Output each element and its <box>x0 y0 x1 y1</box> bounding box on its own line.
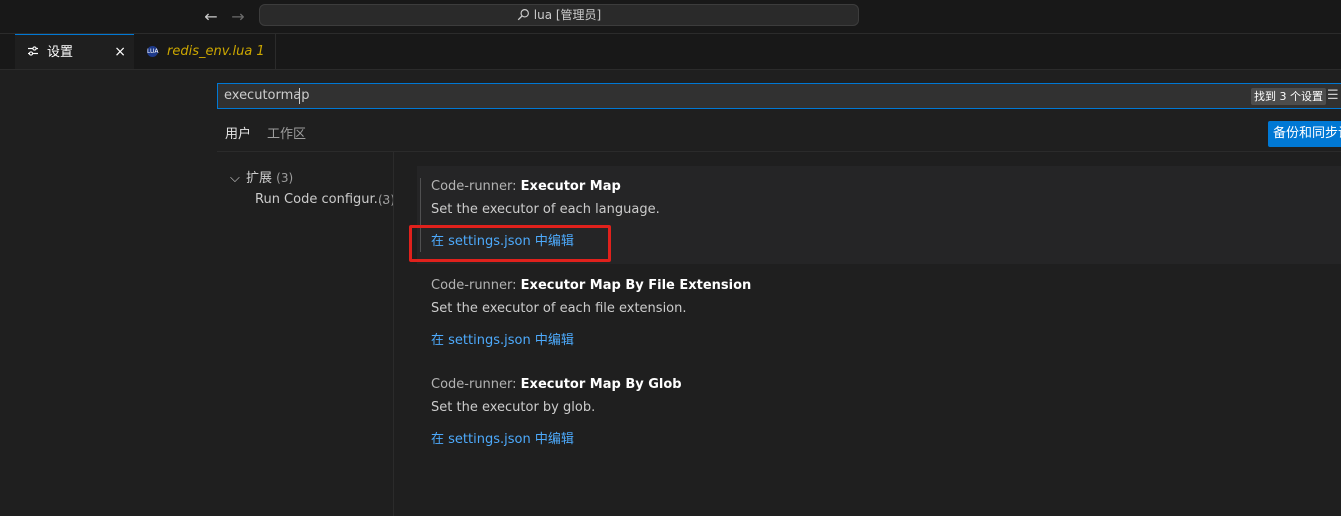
toc-group-count: (3) <box>276 171 294 185</box>
tab-redis-env-lua-label: redis_env.lua 1 <box>167 44 265 59</box>
setting-executor-map-by-glob[interactable]: Code-runner: Executor Map By Glob Set th… <box>417 364 1341 462</box>
tab-settings[interactable]: 设置 × <box>15 34 134 69</box>
command-center-search[interactable]: lua [管理员] <box>259 4 859 26</box>
chevron-down-icon: ⌵ <box>230 171 240 186</box>
toc-group-label: 扩展 <box>246 171 273 186</box>
setting-title: Code-runner: Executor Map <box>431 179 621 194</box>
edit-in-settings-json-link[interactable]: 在 settings.json 中编辑 <box>431 329 574 348</box>
tab-workspace[interactable]: 工作区 <box>267 126 306 148</box>
close-icon[interactable]: × <box>114 35 126 70</box>
setting-description: Set the executor of each file extension. <box>431 301 687 316</box>
edit-in-settings-json-link[interactable]: 在 settings.json 中编辑 <box>431 428 574 447</box>
search-result-count: 找到 3 个设置 <box>1251 88 1326 105</box>
setting-title: Code-runner: Executor Map By File Extens… <box>431 278 752 293</box>
scope-divider <box>217 151 1341 152</box>
text-caret <box>299 88 300 104</box>
tab-settings-label: 设置 <box>47 45 74 60</box>
settings-icon <box>27 35 39 70</box>
settings-search-box[interactable]: 找到 3 个设置 ☰ <box>217 83 1341 109</box>
tab-redis-env-lua[interactable]: LUA redis_env.lua 1 <box>135 34 276 69</box>
toc-divider <box>393 152 394 516</box>
command-center-label: lua [管理员] <box>533 8 602 22</box>
setting-description: Set the executor of each language. <box>431 202 660 217</box>
search-icon <box>517 9 529 21</box>
toc-item-run-code[interactable]: Run Code configur... (3) <box>255 190 395 210</box>
backup-sync-button[interactable]: 备份和同步设置 <box>1268 121 1341 147</box>
toc-group-extensions[interactable]: ⌵ 扩展 (3) <box>230 168 293 188</box>
annotation-highlight-box <box>409 225 611 262</box>
back-arrow-icon[interactable]: ← <box>201 7 221 27</box>
settings-search-input[interactable] <box>224 84 1224 108</box>
tab-user[interactable]: 用户 <box>225 126 252 152</box>
title-bar: ← → lua [管理员] <box>0 0 1341 34</box>
forward-arrow-icon[interactable]: → <box>228 7 248 27</box>
filter-list-icon[interactable]: ☰ <box>1327 88 1339 103</box>
setting-title: Code-runner: Executor Map By Glob <box>431 377 682 392</box>
lua-file-icon: LUA <box>147 46 159 57</box>
editor-tab-bar: 设置 × LUA redis_env.lua 1 <box>0 34 1341 70</box>
setting-description: Set the executor by glob. <box>431 400 596 415</box>
setting-executor-map-by-file-extension[interactable]: Code-runner: Executor Map By File Extens… <box>417 265 1341 363</box>
toc-item-label: Run Code configur... <box>255 192 387 207</box>
